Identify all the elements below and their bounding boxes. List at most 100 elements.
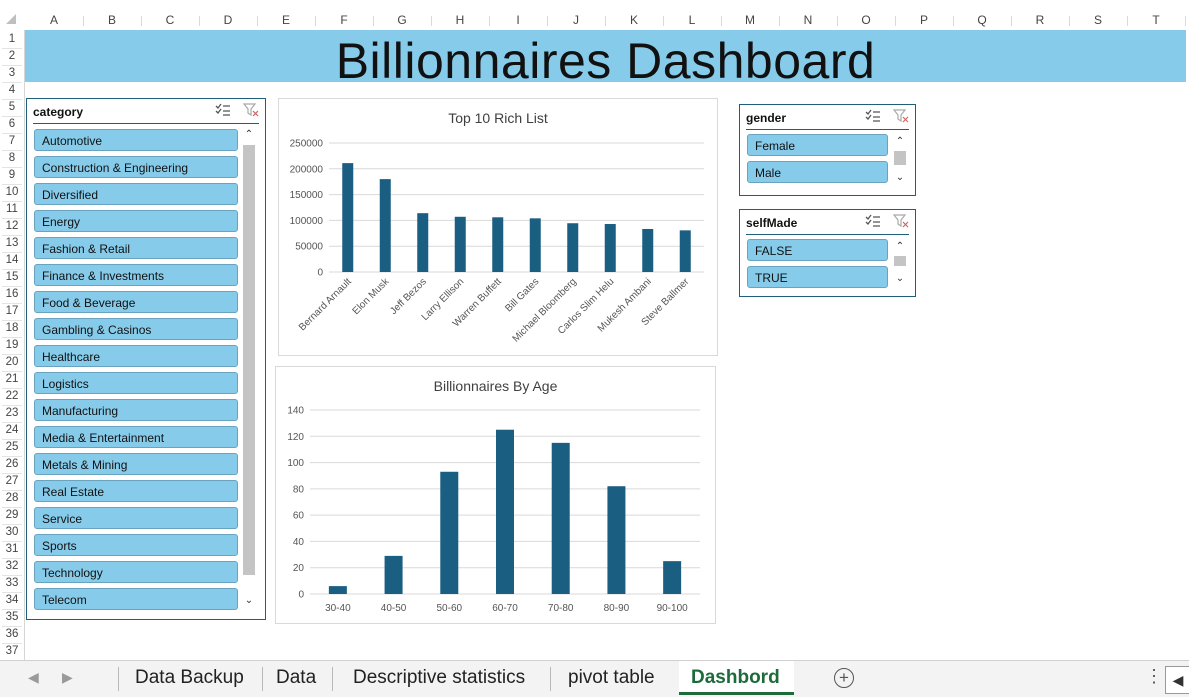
category-item[interactable]: Service: [34, 507, 238, 529]
tab-descriptive-statistics[interactable]: Descriptive statistics: [353, 665, 525, 691]
column-header[interactable]: P: [895, 10, 953, 30]
row-header[interactable]: 28: [0, 490, 24, 507]
age-chart[interactable]: Billionnaires By Age 0 20 40 60 80 100 120 140 3…: [275, 366, 716, 624]
column-header[interactable]: Q: [953, 10, 1011, 30]
selfmade-scrollbar[interactable]: ⌃ ⌄: [893, 241, 907, 291]
category-item[interactable]: Technology: [34, 561, 238, 583]
column-header[interactable]: R: [1011, 10, 1069, 30]
category-item[interactable]: Healthcare: [34, 345, 238, 367]
row-header[interactable]: 15: [0, 269, 24, 286]
next-sheet-icon[interactable]: ▶: [62, 669, 73, 686]
row-header[interactable]: 7: [0, 133, 24, 150]
category-item[interactable]: Sports: [34, 534, 238, 556]
column-header[interactable]: F: [315, 10, 373, 30]
category-item[interactable]: Fashion & Retail: [34, 237, 238, 259]
row-header[interactable]: 17: [0, 303, 24, 320]
column-header[interactable]: A: [25, 10, 83, 30]
row-header[interactable]: 3: [0, 65, 24, 82]
column-header[interactable]: L: [663, 10, 721, 30]
row-header[interactable]: 18: [0, 320, 24, 337]
category-slicer[interactable]: category Automotive Construction & Engine…: [26, 98, 266, 620]
selfmade-item[interactable]: TRUE: [747, 266, 888, 288]
column-header[interactable]: B: [83, 10, 141, 30]
tab-data[interactable]: Data: [276, 665, 316, 691]
row-header[interactable]: 36: [0, 626, 24, 643]
row-header[interactable]: 20: [0, 354, 24, 371]
bar[interactable]: [328, 586, 347, 594]
gender-slicer[interactable]: gender Female Male ⌃ ⌄: [739, 104, 916, 196]
category-item[interactable]: Automotive: [34, 129, 238, 151]
column-header[interactable]: K: [605, 10, 663, 30]
scroll-up-icon[interactable]: ⌃: [893, 241, 907, 252]
row-header[interactable]: 26: [0, 456, 24, 473]
row-header[interactable]: 16: [0, 286, 24, 303]
category-item[interactable]: Metals & Mining: [34, 453, 238, 475]
column-header[interactable]: I: [489, 10, 547, 30]
multi-select-icon[interactable]: [215, 103, 231, 117]
tab-pivot-table[interactable]: pivot table: [568, 665, 655, 691]
column-header[interactable]: N: [779, 10, 837, 30]
prev-sheet-icon[interactable]: ◀: [28, 669, 39, 686]
scroll-thumb[interactable]: [243, 145, 255, 575]
row-header[interactable]: 6: [0, 116, 24, 133]
scroll-down-icon[interactable]: ⌄: [893, 273, 907, 284]
bar[interactable]: [496, 429, 514, 594]
category-item[interactable]: Energy: [34, 210, 238, 232]
column-header[interactable]: G: [373, 10, 431, 30]
scroll-thumb[interactable]: [894, 151, 906, 165]
category-item[interactable]: Gambling & Casinos: [34, 318, 238, 340]
bar[interactable]: [417, 213, 429, 272]
bar[interactable]: [529, 218, 541, 272]
scroll-up-icon[interactable]: ⌃: [893, 136, 907, 147]
row-header[interactable]: 12: [0, 218, 24, 235]
column-header[interactable]: C: [141, 10, 199, 30]
bar[interactable]: [604, 224, 616, 272]
column-header[interactable]: T: [1127, 10, 1185, 30]
row-header[interactable]: 27: [0, 473, 24, 490]
gender-scrollbar[interactable]: ⌃ ⌄: [893, 136, 907, 186]
tab-dashbord[interactable]: Dashbord: [691, 665, 780, 691]
row-header[interactable]: 22: [0, 388, 24, 405]
column-header[interactable]: M: [721, 10, 779, 30]
bar[interactable]: [567, 223, 579, 272]
bar[interactable]: [679, 230, 691, 272]
category-item[interactable]: Telecom: [34, 588, 238, 610]
scroll-down-icon[interactable]: ⌄: [242, 595, 256, 606]
clear-filter-icon[interactable]: [893, 214, 909, 228]
row-header[interactable]: 1: [0, 31, 24, 48]
row-header[interactable]: 24: [0, 422, 24, 439]
row-header[interactable]: 30: [0, 524, 24, 541]
column-header[interactable]: O: [837, 10, 895, 30]
row-header[interactable]: 23: [0, 405, 24, 422]
column-header[interactable]: D: [199, 10, 257, 30]
category-item[interactable]: Logistics: [34, 372, 238, 394]
clear-filter-icon[interactable]: [243, 103, 259, 117]
clear-filter-icon[interactable]: [893, 109, 909, 123]
category-item[interactable]: Manufacturing: [34, 399, 238, 421]
add-sheet-icon[interactable]: +: [834, 668, 854, 688]
row-header[interactable]: 8: [0, 150, 24, 167]
row-header[interactable]: 31: [0, 541, 24, 558]
gender-item[interactable]: Female: [747, 134, 888, 156]
multi-select-icon[interactable]: [865, 109, 881, 123]
category-item[interactable]: Real Estate: [34, 480, 238, 502]
scroll-down-icon[interactable]: ⌄: [893, 172, 907, 183]
row-header[interactable]: 33: [0, 575, 24, 592]
row-header[interactable]: 5: [0, 99, 24, 116]
row-header[interactable]: 29: [0, 507, 24, 524]
column-header[interactable]: J: [547, 10, 605, 30]
tab-data-backup[interactable]: Data Backup: [135, 665, 244, 691]
multi-select-icon[interactable]: [865, 214, 881, 228]
row-header[interactable]: 35: [0, 609, 24, 626]
scroll-up-icon[interactable]: ⌃: [242, 129, 256, 140]
row-header[interactable]: 19: [0, 337, 24, 354]
selfmade-slicer[interactable]: selfMade FALSE TRUE ⌃ ⌄: [739, 209, 916, 297]
bar[interactable]: [607, 486, 626, 594]
row-header[interactable]: 11: [0, 201, 24, 218]
row-header[interactable]: 2: [0, 48, 24, 65]
column-header[interactable]: H: [431, 10, 489, 30]
category-item[interactable]: Construction & Engineering: [34, 156, 238, 178]
bar[interactable]: [454, 216, 466, 272]
bar[interactable]: [379, 179, 391, 272]
more-options-icon[interactable]: ⋮: [1145, 666, 1163, 687]
